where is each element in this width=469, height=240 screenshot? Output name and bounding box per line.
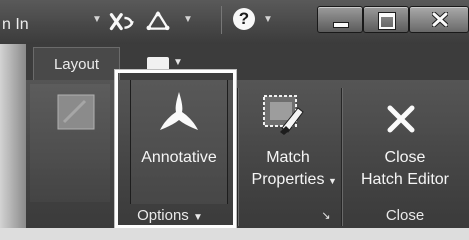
toolbar-separator (221, 6, 222, 34)
close-window-button[interactable] (409, 6, 469, 33)
close-icon (432, 12, 448, 27)
panel-toggle-dropdown-icon[interactable]: ▼ (173, 57, 183, 68)
sign-in-dropdown-icon[interactable]: ▼ (92, 14, 102, 25)
help-dropdown-icon[interactable]: ▼ (263, 14, 273, 25)
panel-divider (341, 88, 342, 226)
drawing-area-edge (0, 228, 469, 240)
match-properties-label-line1: Match (266, 149, 310, 166)
autodesk-a360-icon[interactable] (145, 7, 171, 35)
panel-divider (237, 88, 238, 226)
close-hatch-editor-button[interactable]: Close Hatch Editor (343, 80, 467, 204)
match-properties-dropdown-icon[interactable]: ▼ (328, 176, 337, 186)
exchange-x-icon[interactable] (109, 8, 135, 36)
close-hatch-editor-label-line2: Hatch Editor (360, 171, 450, 188)
title-bar: n In ▼ ▼ ? ▼ (0, 0, 469, 44)
minimize-button[interactable] (317, 6, 363, 33)
match-properties-button[interactable]: Match Properties ▼ (240, 80, 337, 204)
highlight-frame (115, 70, 236, 228)
maximize-icon (379, 13, 395, 29)
close-hatch-editor-label-line1: Close (384, 149, 426, 166)
match-properties-icon (263, 95, 304, 135)
a360-dropdown-icon[interactable]: ▼ (183, 14, 193, 25)
panel-toggle-icon[interactable] (147, 57, 169, 71)
match-properties-label-line2: Properties (251, 171, 325, 188)
sign-in-label[interactable]: n In (0, 14, 84, 36)
window-edge (0, 44, 26, 228)
dialog-launcher-icon[interactable]: ↘ (318, 204, 334, 228)
tab-layout[interactable]: Layout (33, 47, 120, 81)
close-x-icon (387, 105, 415, 133)
hatch-swatch-icon[interactable] (55, 92, 97, 134)
minimize-icon (333, 22, 349, 28)
help-icon[interactable]: ? (233, 8, 255, 30)
restore-button[interactable] (363, 6, 409, 33)
close-panel-title: Close (385, 207, 425, 224)
